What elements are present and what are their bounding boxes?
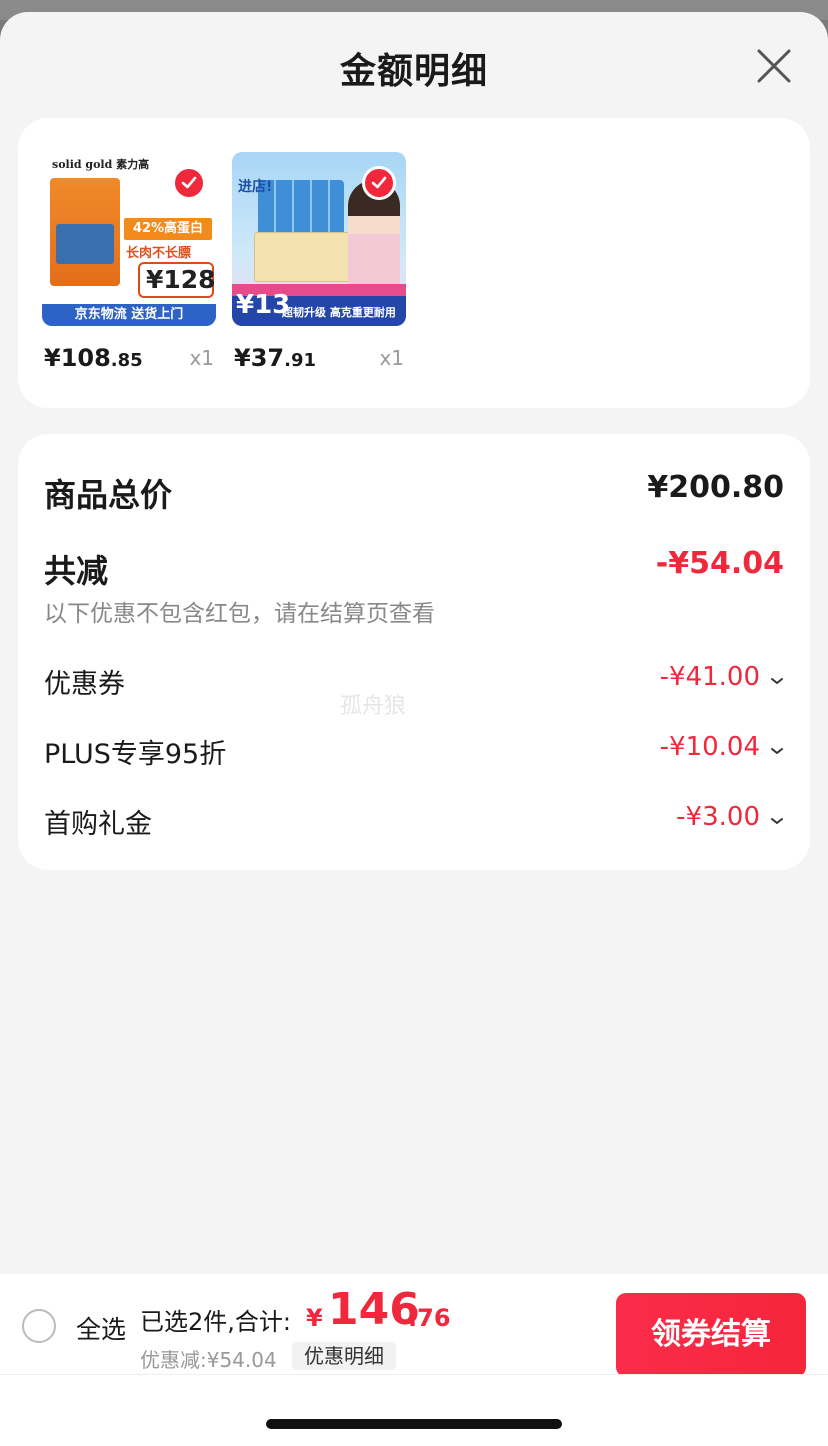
discount-row-first-purchase[interactable]: 首购礼金 -¥3.00 [44,802,784,840]
product-quantity: x1 [189,346,214,370]
total-decimal: .76 [408,1304,451,1332]
chevron-down-icon[interactable] [770,816,784,826]
total-price-label: 商品总价 [44,476,173,514]
product-image[interactable]: solid gold 素力高 42%高蛋白 长肉不长膘 ¥128 京东物流 送货… [42,152,216,326]
close-icon [757,49,791,83]
total-price-value: ¥200.80 [647,470,784,505]
reduction-value: -¥54.04 [655,546,784,581]
discount-value-group[interactable]: -¥3.00 [676,802,784,832]
discount-value: -¥41.00 [659,662,760,692]
selected-check[interactable] [172,166,206,200]
chevron-down-icon[interactable] [770,746,784,756]
total-price-row: 商品总价 ¥200.80 [44,470,784,514]
selected-count-label: 已选2件,合计: [140,1308,291,1336]
product-bag-graphic [50,178,120,286]
product-price: ¥37.91 [234,344,316,372]
tagline: 长肉不长膘 [126,246,192,261]
home-indicator-area [0,1374,828,1446]
delivery-banner: 京东物流 送货上门 [42,304,216,326]
discount-amount: 优惠减:¥54.04 [140,1348,277,1372]
discount-value-group[interactable]: -¥41.00 [660,662,784,692]
product-price-row: ¥37.91 x1 [232,342,406,376]
product-item[interactable]: 进店! ¥13 超韧升级 高克重更耐用 ¥37.91 x1 [232,152,406,372]
chevron-down-icon[interactable] [770,676,784,686]
checkout-button[interactable]: 领券结算 [616,1293,806,1377]
amount-detail-sheet: 金额明细 solid gold 素力高 42%高蛋白 长肉不长膘 ¥128 京东… [0,12,828,1446]
brand-text: solid gold 素力高 [52,158,150,171]
select-all-radio[interactable] [22,1309,56,1343]
discount-row-coupon[interactable]: 优惠券 -¥41.00 [44,662,784,700]
price-badge: ¥128 [138,262,216,298]
watermark-text: 孤舟狼 [340,694,407,719]
product-item[interactable]: solid gold 素力高 42%高蛋白 长肉不长膘 ¥128 京东物流 送货… [42,152,216,372]
products-card: solid gold 素力高 42%高蛋白 长肉不长膘 ¥128 京东物流 送货… [18,118,810,408]
reduction-note-row: 以下优惠不包含红包，请在结算页查看 [44,594,784,627]
product-price: ¥108.85 [44,344,143,372]
reduction-label: 共减 [44,552,109,590]
discount-row-plus[interactable]: PLUS专享95折 -¥10.04 [44,732,784,770]
discount-label: PLUS专享95折 [44,739,227,770]
product-image[interactable]: 进店! ¥13 超韧升级 高克重更耐用 [232,152,406,326]
discount-label: 优惠券 [44,669,125,700]
price-summary-card: 商品总价 ¥200.80 共减 -¥54.04 以下优惠不包含红包，请在结算页查… [18,434,810,870]
protein-tag: 42%高蛋白 [124,218,212,240]
total-currency: ¥ [306,1304,323,1332]
checkmark-icon [181,176,197,189]
reduction-note: 以下优惠不包含红包，请在结算页查看 [44,601,435,627]
home-indicator[interactable] [266,1419,562,1429]
discount-value: -¥10.04 [659,732,760,762]
checkmark-icon [371,176,387,189]
sheet-title: 金额明细 [339,51,488,92]
product-price-row: ¥108.85 x1 [42,342,216,376]
tissue-box-graphic [254,232,350,282]
reduction-row: 共减 -¥54.04 [44,546,784,590]
discount-value-group[interactable]: -¥10.04 [660,732,784,762]
close-button[interactable] [756,48,792,84]
promo-headline: 进店! [238,179,273,195]
selected-check[interactable] [362,166,396,200]
total-integer: 146 [328,1284,420,1335]
product-quantity: x1 [379,346,404,370]
promo-banner: ¥13 超韧升级 高克重更耐用 [232,290,406,326]
select-all-label[interactable]: 全选 [76,1310,126,1346]
checkout-bar: 全选 已选2件,合计: ¥ 146 .76 优惠减:¥54.04 优惠明细 领券… [0,1274,828,1377]
discount-label: 首购礼金 [44,809,152,840]
discount-detail-link[interactable]: 优惠明细 [292,1342,396,1370]
discount-value: -¥3.00 [676,802,760,832]
